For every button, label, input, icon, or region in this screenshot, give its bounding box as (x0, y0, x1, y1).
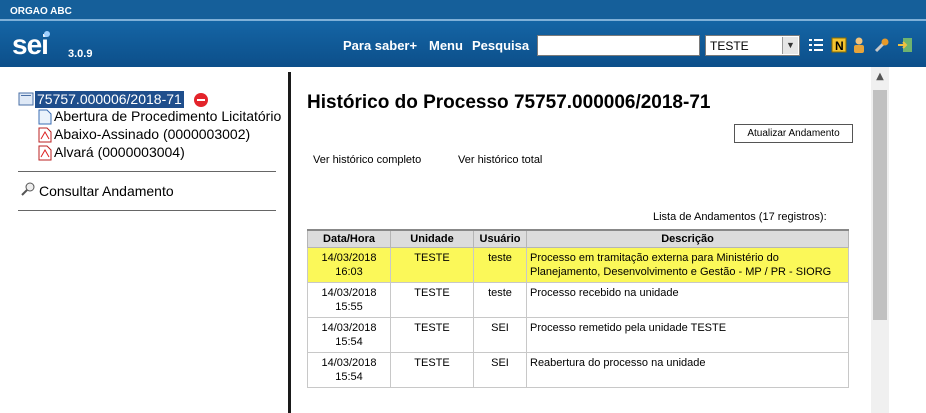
atualizar-andamento-label: Atualizar Andamento (747, 128, 840, 139)
cell-datetime: 14/03/2018 15:55 (307, 281, 391, 318)
process-tree-panel: 75757.000006/2018-71 Abertura de Procedi… (0, 67, 288, 413)
column-header-data-hora: Data/Hora (307, 229, 391, 248)
top-bar: ORGAO ABC (0, 0, 926, 21)
divider (18, 171, 276, 172)
cell-description: Processo em tramitação externa para Mini… (526, 246, 849, 283)
user-icon[interactable] (851, 37, 867, 53)
vertical-scrollbar[interactable]: ▲ (871, 67, 889, 413)
cell-unit[interactable]: TESTE (390, 281, 474, 318)
unit-select-value: TESTE (710, 39, 749, 53)
notes-icon[interactable]: N (831, 37, 847, 53)
column-header-usuario: Usuário (473, 229, 527, 248)
scroll-up-icon[interactable]: ▲ (871, 69, 889, 85)
cell-time: 15:54 (335, 370, 363, 383)
cell-date: 14/03/2018 (321, 356, 377, 369)
cell-date: 14/03/2018 (321, 251, 377, 264)
header: sei 3.0.9 Para saber+ Menu Pesquisa TEST… (0, 21, 926, 67)
cell-description: Processo recebido na unidade (526, 281, 849, 318)
cell-unit[interactable]: TESTE (390, 351, 474, 388)
table-row: 14/03/2018 15:55 TESTE teste Processo rec… (307, 281, 849, 318)
cell-datetime: 14/03/2018 15:54 (307, 351, 391, 388)
user-link[interactable]: teste (488, 287, 512, 299)
cell-time: 15:54 (335, 335, 363, 348)
cell-unit[interactable]: TESTE (390, 246, 474, 283)
unit-link[interactable]: TESTE (414, 322, 449, 334)
cell-time: 15:55 (335, 300, 363, 313)
cell-datetime: 14/03/2018 16:03 (307, 246, 391, 283)
consultar-andamento-link[interactable]: Consultar Andamento (39, 183, 174, 199)
table-row: 14/03/2018 16:03 TESTE teste Processo em … (307, 246, 849, 283)
pdf-icon (38, 127, 52, 143)
cell-date: 14/03/2018 (321, 286, 377, 299)
svg-text:N: N (835, 39, 844, 53)
cell-user[interactable]: SEI (473, 351, 527, 388)
ver-historico-completo-link[interactable]: Ver histórico completo (313, 154, 421, 166)
table-row: 14/03/2018 15:54 TESTE SEI Processo remet… (307, 316, 849, 353)
document-icon (38, 109, 52, 125)
user-link[interactable]: teste (488, 252, 512, 264)
process-number[interactable]: 75757.000006/2018-71 (35, 91, 184, 108)
version-label: 3.0.9 (68, 48, 93, 60)
sei-logo[interactable]: sei (12, 29, 49, 61)
cell-user[interactable]: teste (473, 281, 527, 318)
tree-document-abaixo-assinado[interactable]: Abaixo-Assinado (0000003002) (54, 126, 250, 142)
list-icon[interactable] (808, 37, 824, 53)
organization-name: ORGAO ABC (10, 6, 72, 17)
table-caption: Lista de Andamentos (17 registros): (653, 211, 827, 223)
exit-icon[interactable] (897, 37, 913, 53)
user-link[interactable]: SEI (491, 322, 509, 334)
unit-select[interactable]: TESTE ▼ (705, 35, 800, 56)
table-row: 14/03/2018 15:54 TESTE SEI Reabertura do … (307, 351, 849, 388)
cell-time: 16:03 (335, 265, 363, 278)
tree-document-abertura[interactable]: Abertura de Procedimento Licitatório (54, 108, 281, 124)
folder-icon (18, 92, 34, 106)
cell-user[interactable]: teste (473, 246, 527, 283)
page-title: Histórico do Processo 75757.000006/2018-… (307, 92, 711, 113)
wrench-icon[interactable] (874, 37, 890, 53)
remove-icon[interactable] (193, 92, 209, 108)
user-link[interactable]: SEI (491, 357, 509, 369)
logo-dot (44, 31, 50, 37)
tree-document-alvara[interactable]: Alvará (0000003004) (54, 144, 185, 160)
unit-link[interactable]: TESTE (414, 357, 449, 369)
cell-description: Reabertura do processo na unidade (526, 351, 849, 388)
chevron-down-icon: ▼ (782, 37, 798, 54)
cell-unit[interactable]: TESTE (390, 316, 474, 353)
divider (18, 210, 276, 211)
history-panel: Histórico do Processo 75757.000006/2018-… (291, 67, 871, 413)
andamentos-table: Data/Hora Unidade Usuário Descrição 14/0… (307, 229, 849, 388)
nav-pesquisa[interactable]: Pesquisa (472, 38, 529, 53)
cell-date: 14/03/2018 (321, 321, 377, 334)
scrollbar-thumb[interactable] (873, 90, 887, 320)
atualizar-andamento-button[interactable]: Atualizar Andamento (734, 124, 853, 143)
nav-para-saber[interactable]: Para saber+ (343, 38, 417, 53)
column-header-descricao: Descrição (526, 229, 849, 248)
pdf-icon (38, 145, 52, 161)
search-input[interactable] (537, 35, 700, 56)
cell-description: Processo remetido pela unidade TESTE (526, 316, 849, 353)
table-header-row: Data/Hora Unidade Usuário Descrição (307, 229, 849, 248)
cell-datetime: 14/03/2018 15:54 (307, 316, 391, 353)
ver-historico-total-link[interactable]: Ver histórico total (458, 154, 542, 166)
cell-user[interactable]: SEI (473, 316, 527, 353)
unit-link[interactable]: TESTE (414, 287, 449, 299)
column-header-unidade: Unidade (390, 229, 474, 248)
nav-menu[interactable]: Menu (429, 38, 463, 53)
unit-link[interactable]: TESTE (414, 252, 449, 264)
magnifier-icon (21, 182, 35, 196)
